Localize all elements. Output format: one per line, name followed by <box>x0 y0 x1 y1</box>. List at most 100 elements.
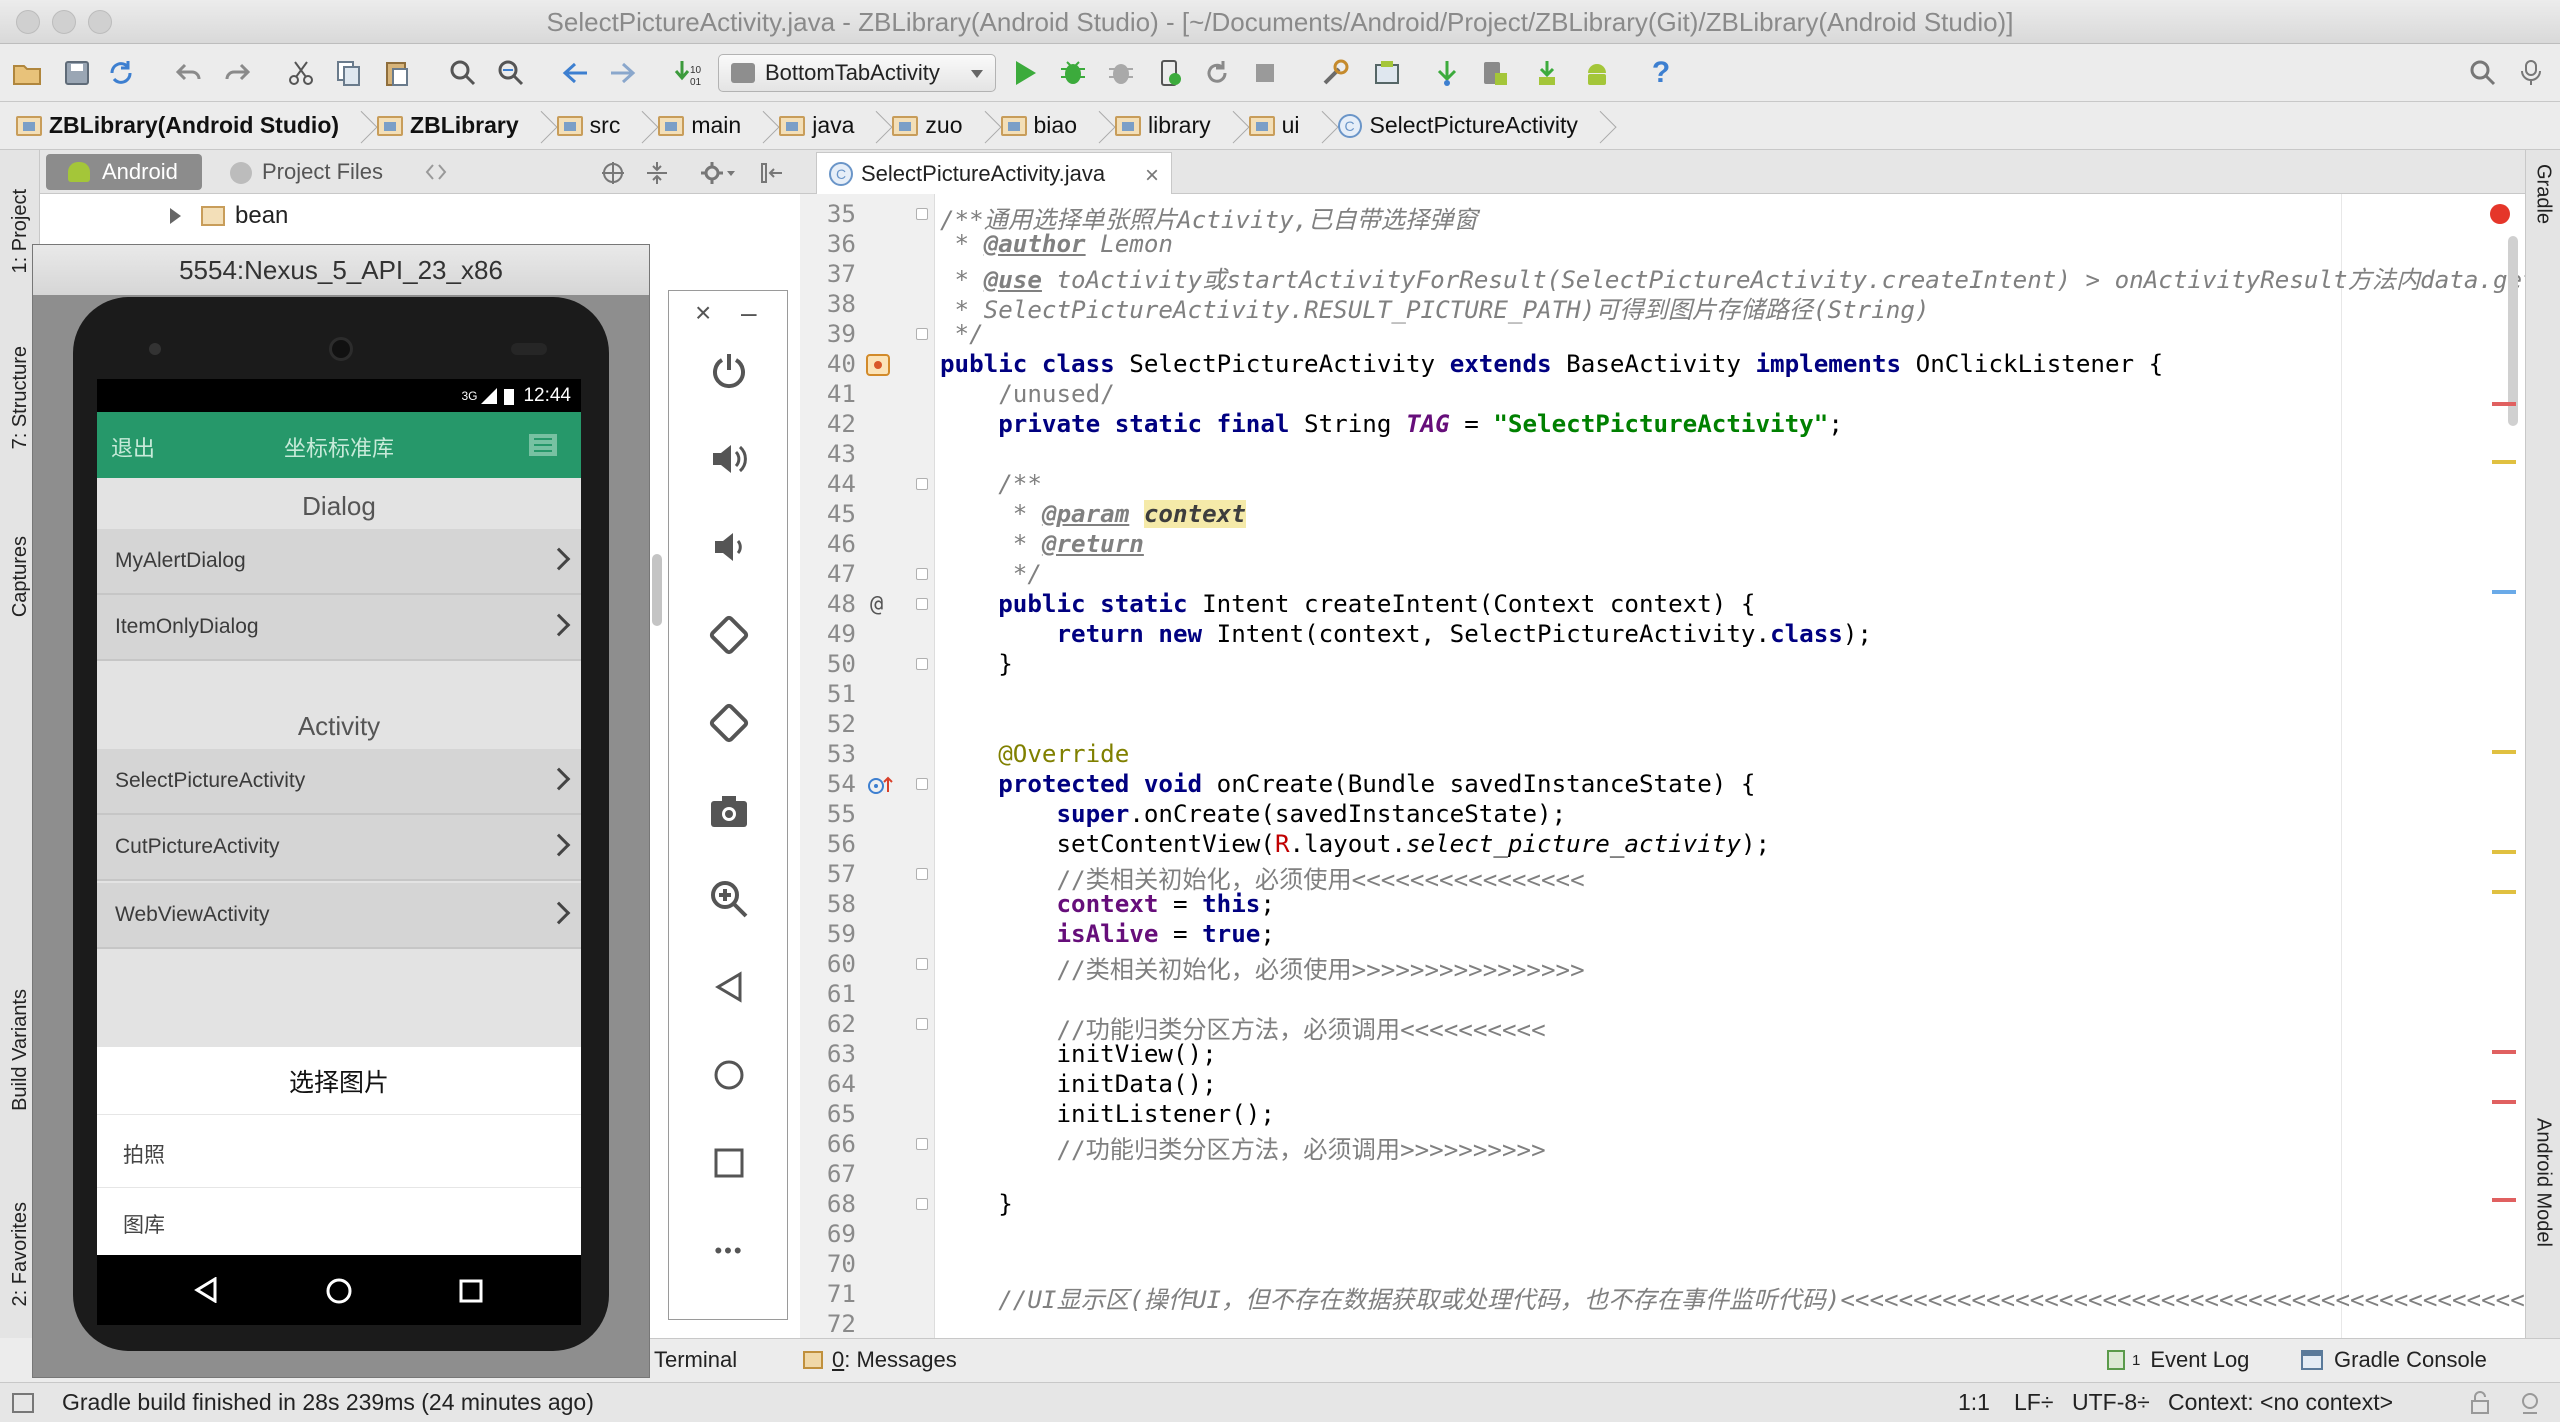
error-indicator-icon[interactable] <box>2490 204 2510 224</box>
warning-stripe-marker[interactable] <box>2492 890 2516 894</box>
view-tab-project-files[interactable]: Project Files <box>226 154 383 190</box>
close-emulator-icon[interactable]: × <box>695 297 711 329</box>
forward-icon[interactable] <box>606 56 640 90</box>
fold-marker[interactable] <box>916 778 928 790</box>
fold-marker[interactable] <box>916 868 928 880</box>
tool-tab-android-model[interactable]: Android Model <box>2526 1118 2560 1348</box>
debug-icon[interactable] <box>1056 56 1090 90</box>
list-item-itemonlydialog[interactable]: ItemOnlyDialog <box>97 595 581 661</box>
context-indicator[interactable]: Context: <no context> <box>2168 1389 2393 1416</box>
save-icon[interactable] <box>60 56 94 90</box>
nav-back-icon[interactable] <box>193 1277 219 1303</box>
warning-stripe-marker[interactable] <box>2492 460 2516 464</box>
open-folder-icon[interactable] <box>10 56 44 90</box>
nav-home-icon[interactable] <box>325 1277 353 1305</box>
nav-recents-icon[interactable] <box>459 1279 483 1303</box>
status-message[interactable]: Gradle build finished in 28s 239ms (24 m… <box>62 1389 594 1416</box>
override-method-icon[interactable] <box>866 774 894 798</box>
menu-icon[interactable] <box>529 434 557 456</box>
list-item-webviewactivity[interactable]: WebViewActivity <box>97 883 581 949</box>
fold-marker[interactable] <box>916 208 928 220</box>
replace-icon[interactable] <box>494 56 528 90</box>
sdk-manager-icon[interactable] <box>1370 56 1404 90</box>
screenshot-camera-icon[interactable] <box>691 781 767 841</box>
lock-icon[interactable] <box>2470 1391 2490 1415</box>
overview-icon[interactable] <box>691 1133 767 1193</box>
fold-marker[interactable] <box>916 1138 928 1150</box>
find-icon[interactable] <box>446 56 480 90</box>
breadcrumb-item-project[interactable]: ZBLibrary(Android Studio) <box>16 102 377 150</box>
breadcrumb-item-class[interactable]: C SelectPictureActivity <box>1337 102 1616 150</box>
dialog-option-gallery[interactable]: 图库 <box>123 1209 165 1239</box>
power-icon[interactable] <box>691 341 767 401</box>
sync-gradle-icon[interactable] <box>1430 56 1464 90</box>
volume-up-icon[interactable] <box>691 429 767 489</box>
breadcrumb-item-module[interactable]: ZBLibrary <box>377 102 557 150</box>
make-project-icon[interactable]: 10 01 <box>672 56 706 90</box>
avd-manager-icon[interactable] <box>1478 56 1512 90</box>
paste-icon[interactable] <box>380 56 414 90</box>
run-configuration-dropdown[interactable]: BottomTabActivity <box>718 54 996 92</box>
android-device-monitor-icon[interactable] <box>1530 56 1564 90</box>
editor-scrollbar[interactable] <box>2508 236 2518 426</box>
swap-arrows-icon[interactable] <box>424 160 448 184</box>
class-hierarchy-icon[interactable] <box>866 354 890 376</box>
expand-arrow-icon[interactable] <box>170 208 181 224</box>
emulator-title[interactable]: 5554:Nexus_5_API_23_x86 <box>33 245 649 295</box>
warning-stripe-marker[interactable] <box>2492 750 2516 754</box>
apply-changes-icon[interactable] <box>1152 56 1186 90</box>
attach-debugger-icon[interactable] <box>1104 56 1138 90</box>
fold-marker[interactable] <box>916 1018 928 1030</box>
fold-marker[interactable] <box>916 958 928 970</box>
list-item-selectpictureactivity[interactable]: SelectPictureActivity <box>97 749 581 815</box>
caret-position[interactable]: 1:1 <box>1958 1389 1990 1416</box>
error-stripe-marker[interactable] <box>2492 1198 2516 1202</box>
breadcrumb-item-biao[interactable]: biao <box>1000 102 1115 150</box>
rotate-right-icon[interactable] <box>691 693 767 753</box>
line-separator[interactable]: LF÷ <box>2014 1389 2053 1416</box>
warning-stripe-marker[interactable] <box>2492 850 2516 854</box>
fold-marker[interactable] <box>916 1198 928 1210</box>
fold-marker[interactable] <box>916 658 928 670</box>
editor-tab-selectpictureactivity[interactable]: C SelectPictureActivity.java × <box>816 152 1172 194</box>
info-stripe-marker[interactable] <box>2492 590 2516 594</box>
cut-icon[interactable] <box>284 56 318 90</box>
dialog-option-camera[interactable]: 拍照 <box>123 1139 165 1169</box>
back-icon[interactable] <box>691 957 767 1017</box>
inspector-icon[interactable] <box>2518 1391 2542 1415</box>
redo-icon[interactable] <box>220 56 254 90</box>
view-tab-android[interactable]: Android <box>46 154 202 190</box>
file-encoding[interactable]: UTF-8÷ <box>2072 1389 2150 1416</box>
breadcrumb-item-ui[interactable]: ui <box>1248 102 1338 150</box>
more-options-icon[interactable]: ••• <box>691 1221 767 1281</box>
help-icon[interactable]: ? <box>1644 56 1678 90</box>
tool-tab-gradle-console[interactable]: Gradle Console <box>2300 1347 2487 1373</box>
tool-tab-event-log[interactable]: 1 Event Log <box>2106 1347 2249 1373</box>
stop-icon[interactable] <box>1248 56 1282 90</box>
tool-windows-toggle-icon[interactable] <box>12 1393 34 1413</box>
tool-tab-messages[interactable]: 0: Messages <box>802 1347 957 1373</box>
fold-marker[interactable] <box>916 568 928 580</box>
breadcrumb-item-main[interactable]: main <box>658 102 779 150</box>
undo-icon[interactable] <box>172 56 206 90</box>
breadcrumb-item-library[interactable]: library <box>1114 102 1249 150</box>
target-icon[interactable] <box>600 160 626 186</box>
collapse-all-icon[interactable] <box>644 160 670 186</box>
breadcrumb-item-src[interactable]: src <box>556 102 659 150</box>
sync-icon[interactable] <box>104 56 138 90</box>
breadcrumb-item-java[interactable]: java <box>779 102 892 150</box>
close-tab-icon[interactable]: × <box>1145 162 1159 190</box>
list-item-myalertdialog[interactable]: MyAlertDialog <box>97 529 581 595</box>
tool-tab-gradle[interactable]: Gradle <box>2526 164 2560 304</box>
breadcrumb-item-zuo[interactable]: zuo <box>892 102 1000 150</box>
fold-marker[interactable] <box>916 478 928 490</box>
fold-marker[interactable] <box>916 598 928 610</box>
list-item-cutpictureactivity[interactable]: CutPictureActivity <box>97 815 581 881</box>
error-stripe-marker[interactable] <box>2492 402 2516 406</box>
error-stripe-marker[interactable] <box>2492 1100 2516 1104</box>
tree-scrollbar[interactable] <box>652 554 662 626</box>
android-icon[interactable] <box>1580 56 1614 90</box>
tool-tab-terminal[interactable]: Terminal <box>654 1347 737 1373</box>
copy-icon[interactable] <box>332 56 366 90</box>
zoom-icon[interactable] <box>691 869 767 929</box>
